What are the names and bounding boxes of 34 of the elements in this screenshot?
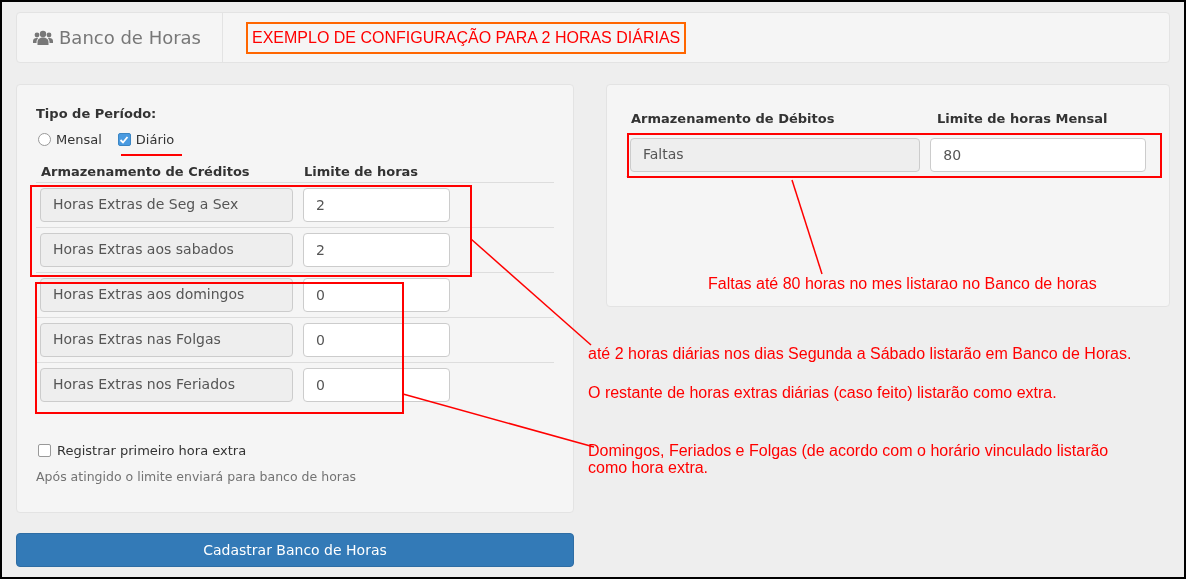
option-label: Mensal — [56, 130, 102, 149]
hours-input[interactable]: 2 — [303, 232, 450, 267]
annotation-text: O restante de horas extras diárias (caso feito) listarão como extra. — [588, 383, 1058, 403]
annotation-text: Domingos, Feriados e Folgas (de acordo com o horário vinculado listarão como hora extra. — [588, 442, 1110, 476]
radio-button[interactable] — [38, 133, 51, 146]
column-header: Armazenamento de Créditos — [41, 162, 251, 180]
submit-button[interactable]: Cadastrar Banco de Horas — [16, 533, 574, 567]
help-text: Após atingido o limite enviará para banco de horas — [36, 468, 358, 486]
option-label: Diário — [135, 130, 175, 149]
row-label: Faltas — [630, 137, 921, 172]
row-label: Horas Extras nos Feriados — [40, 367, 293, 402]
checkbox[interactable] — [117, 133, 131, 146]
column-header: Limite de horas Mensal — [937, 110, 1108, 127]
check-icon — [119, 134, 130, 145]
page-title: Banco de Horas — [59, 26, 201, 50]
row-label: Horas Extras aos domingos — [40, 277, 293, 312]
period-label: Tipo de Período: — [36, 105, 158, 123]
row-label: Horas Extras nas Folgas — [40, 322, 293, 357]
users-icon — [33, 29, 53, 46]
row-label: Horas Extras aos sabados — [40, 232, 293, 267]
annotation-text: Faltas até 80 horas no mes listarao no Banco de horas — [708, 274, 1098, 294]
column-header: Armazenamento de Débitos — [631, 110, 836, 127]
underline-mark — [120, 154, 183, 156]
hours-input[interactable]: 0 — [303, 322, 450, 357]
column-header: Limite de horas — [304, 162, 419, 180]
hours-input[interactable]: 2 — [303, 187, 450, 222]
hours-input[interactable]: 0 — [303, 277, 450, 312]
annotation-text: até 2 horas diárias nos dias Segunda a Sábado listarão em Banco de Horas. — [588, 344, 1133, 364]
hours-input[interactable]: 80 — [930, 137, 1146, 172]
hours-input[interactable]: 0 — [303, 367, 450, 402]
row-label: Horas Extras de Seg a Sex — [40, 187, 293, 222]
register-checkbox[interactable] — [38, 443, 51, 457]
annotation-note: EXEMPLO DE CONFIGURAÇÃO PARA 2 HORAS DIÁRIAS — [246, 21, 687, 54]
register-label: Registrar primeiro hora extra — [57, 441, 247, 460]
